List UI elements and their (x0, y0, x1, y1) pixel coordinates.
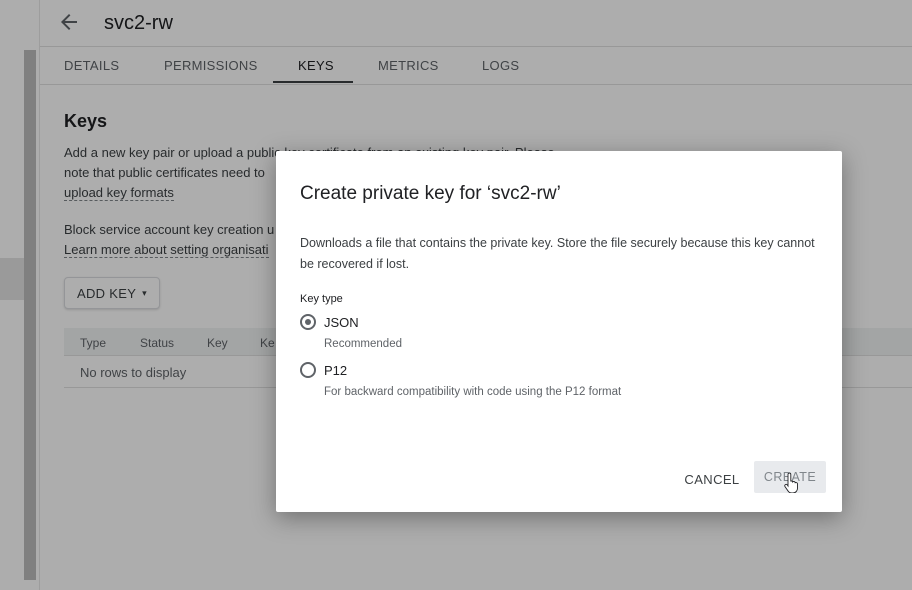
cancel-button[interactable]: CANCEL (672, 463, 752, 495)
dialog-description: Downloads a file that contains the priva… (300, 236, 815, 271)
json-option-label[interactable]: JSON (324, 315, 359, 330)
json-option-hint: Recommended (324, 338, 402, 350)
key-type-label: Key type (300, 293, 343, 305)
json-radio[interactable] (300, 314, 316, 330)
create-private-key-dialog: Create private key for ‘svc2-rw’ Downloa… (276, 151, 842, 512)
dialog-title: Create private key for ‘svc2-rw’ (300, 183, 561, 204)
radio-selected-dot (305, 319, 311, 325)
p12-option-hint: For backward compatibility with code usi… (324, 386, 622, 398)
hand-pointer-icon (784, 473, 798, 493)
p12-option-label[interactable]: P12 (324, 363, 347, 378)
p12-radio[interactable] (300, 362, 316, 378)
